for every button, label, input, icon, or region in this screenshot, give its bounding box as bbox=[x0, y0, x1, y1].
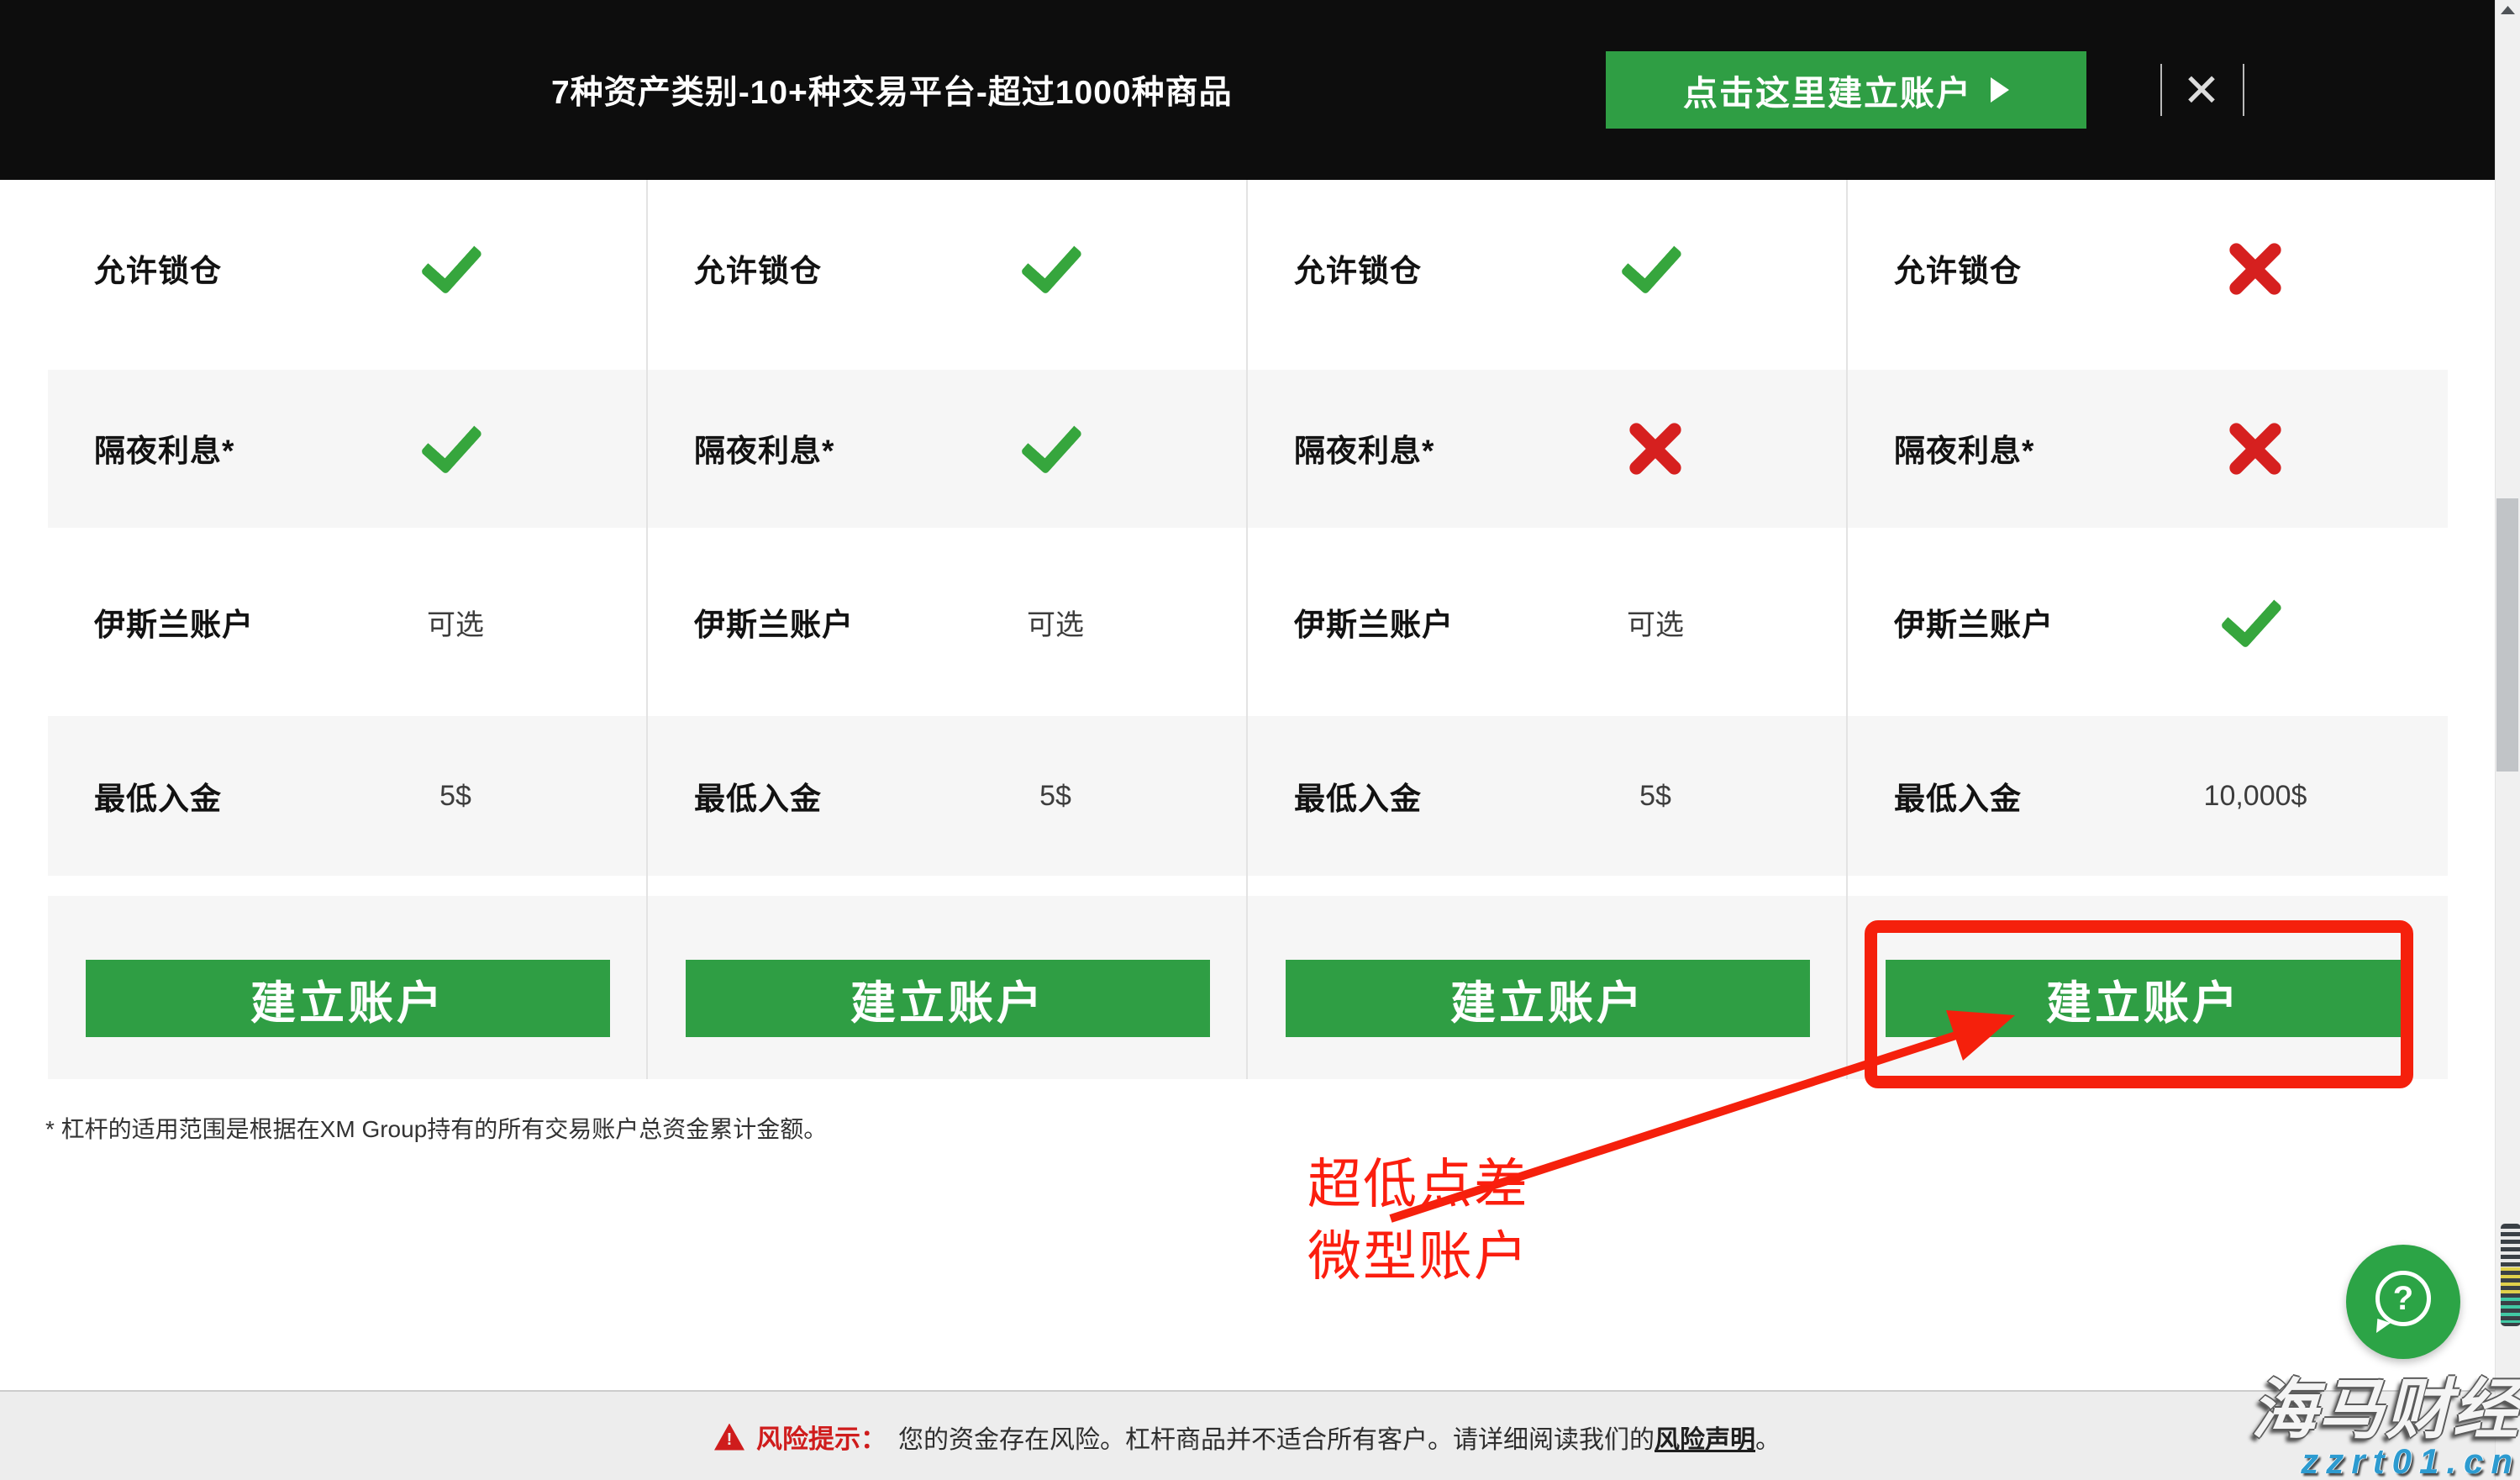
question-mark: ? bbox=[2392, 1279, 2414, 1317]
feature-label: 允许锁仓 bbox=[1894, 254, 2022, 288]
risk-body: 您的资金存在风险。杠杆商品并不适合所有客户。请详细阅读我们的风险声明。 bbox=[898, 1425, 1781, 1454]
feature-label: 伊斯兰账户 bbox=[1294, 608, 1454, 642]
feature-label: 伊斯兰账户 bbox=[94, 608, 254, 642]
create-account-button-highlighted[interactable]: 建立账户 bbox=[1886, 960, 2402, 1037]
create-account-button[interactable]: 建立账户 bbox=[1286, 960, 1810, 1037]
feature-label: 最低入金 bbox=[694, 782, 822, 816]
cta-label: 点击这里建立账户 bbox=[1683, 74, 1972, 113]
top-promo-bar: 7种资产类别-10+种交易平台-超过1000种商品 点击这里建立账户 ✕ bbox=[0, 0, 2495, 180]
check-icon bbox=[420, 409, 483, 475]
feature-label: 允许锁仓 bbox=[694, 254, 822, 288]
feature-value: 5$ bbox=[1039, 779, 1071, 812]
feature-label: 允许锁仓 bbox=[1294, 254, 1422, 288]
feature-label: 允许锁仓 bbox=[94, 254, 222, 288]
feature-value: 可选 bbox=[1627, 608, 1684, 641]
cross-icon bbox=[1624, 417, 1686, 479]
check-icon bbox=[2220, 583, 2283, 649]
check-icon bbox=[1620, 229, 1683, 295]
feature-label: 隔夜利息* bbox=[1294, 434, 1435, 468]
feature-label: 伊斯兰账户 bbox=[1894, 608, 2054, 642]
risk-title: 风险提示： bbox=[756, 1425, 886, 1454]
feature-value: 10,000$ bbox=[2203, 779, 2307, 812]
annotation-line2: 微型账户 bbox=[1307, 1226, 1529, 1287]
feature-label: 最低入金 bbox=[94, 782, 222, 816]
help-chat-button[interactable]: ? bbox=[2346, 1245, 2460, 1359]
check-icon bbox=[1020, 229, 1083, 295]
open-account-cta-button[interactable]: 点击这里建立账户 bbox=[1606, 51, 2086, 129]
separator-line bbox=[2160, 64, 2162, 116]
warning-triangle-icon: ! bbox=[714, 1423, 744, 1451]
feature-label: 隔夜利息* bbox=[694, 434, 835, 468]
page: 7种资产类别-10+种交易平台-超过1000种商品 点击这里建立账户 ✕ 允许锁… bbox=[0, 0, 2520, 1480]
create-account-button[interactable]: 建立账户 bbox=[686, 960, 1210, 1037]
cross-icon bbox=[2224, 417, 2286, 479]
check-icon bbox=[420, 229, 483, 295]
column-divider bbox=[1846, 180, 1848, 1079]
annotation-line1: 超低点差 bbox=[1307, 1154, 1529, 1214]
feature-value: 可选 bbox=[1027, 608, 1084, 641]
feature-value bbox=[2146, 567, 2365, 677]
leverage-footnote: * 杠杆的适用范围是根据在XM Group持有的所有交易账户总资金累计金额。 bbox=[45, 1116, 828, 1142]
feature-value: 5$ bbox=[439, 779, 471, 812]
feature-value bbox=[2146, 213, 2365, 323]
separator-line bbox=[2243, 64, 2244, 116]
column-divider bbox=[646, 180, 648, 1079]
feature-value: 可选 bbox=[427, 608, 484, 641]
feature-label: 伊斯兰账户 bbox=[694, 608, 854, 642]
red-annotation-text: 超低点差 微型账户 bbox=[1307, 1148, 1529, 1293]
feature-value: 5$ bbox=[1639, 779, 1671, 812]
question-bubble-icon: ? bbox=[2375, 1271, 2431, 1326]
risk-warning-bar: ! 风险提示： 您的资金存在风险。杠杆商品并不适合所有客户。请详细阅读我们的风险… bbox=[0, 1390, 2495, 1480]
feature-value bbox=[346, 213, 565, 323]
feature-label: 隔夜利息* bbox=[94, 434, 235, 468]
feature-value bbox=[2146, 393, 2365, 503]
watermark-logo-icon bbox=[2501, 1224, 2520, 1326]
feature-label: 隔夜利息* bbox=[1894, 434, 2035, 468]
arrow-right-icon bbox=[1991, 77, 2009, 103]
risk-statement-link[interactable]: 风险声明 bbox=[1655, 1426, 1755, 1454]
feature-value bbox=[1546, 393, 1765, 503]
check-icon bbox=[1020, 409, 1083, 475]
feature-value bbox=[346, 393, 565, 503]
feature-value bbox=[946, 393, 1165, 503]
close-banner-button[interactable]: ✕ bbox=[2171, 57, 2232, 123]
feature-value bbox=[1546, 213, 1765, 323]
promo-headline: 7种资产类别-10+种交易平台-超过1000种商品 bbox=[551, 75, 1233, 111]
column-divider bbox=[1246, 180, 1248, 1079]
feature-label: 最低入金 bbox=[1894, 782, 2022, 816]
feature-value bbox=[946, 213, 1165, 323]
scrollbar-thumb[interactable] bbox=[2496, 498, 2518, 772]
create-account-button[interactable]: 建立账户 bbox=[86, 960, 610, 1037]
feature-label: 最低入金 bbox=[1294, 782, 1422, 816]
cross-icon bbox=[2224, 237, 2286, 299]
